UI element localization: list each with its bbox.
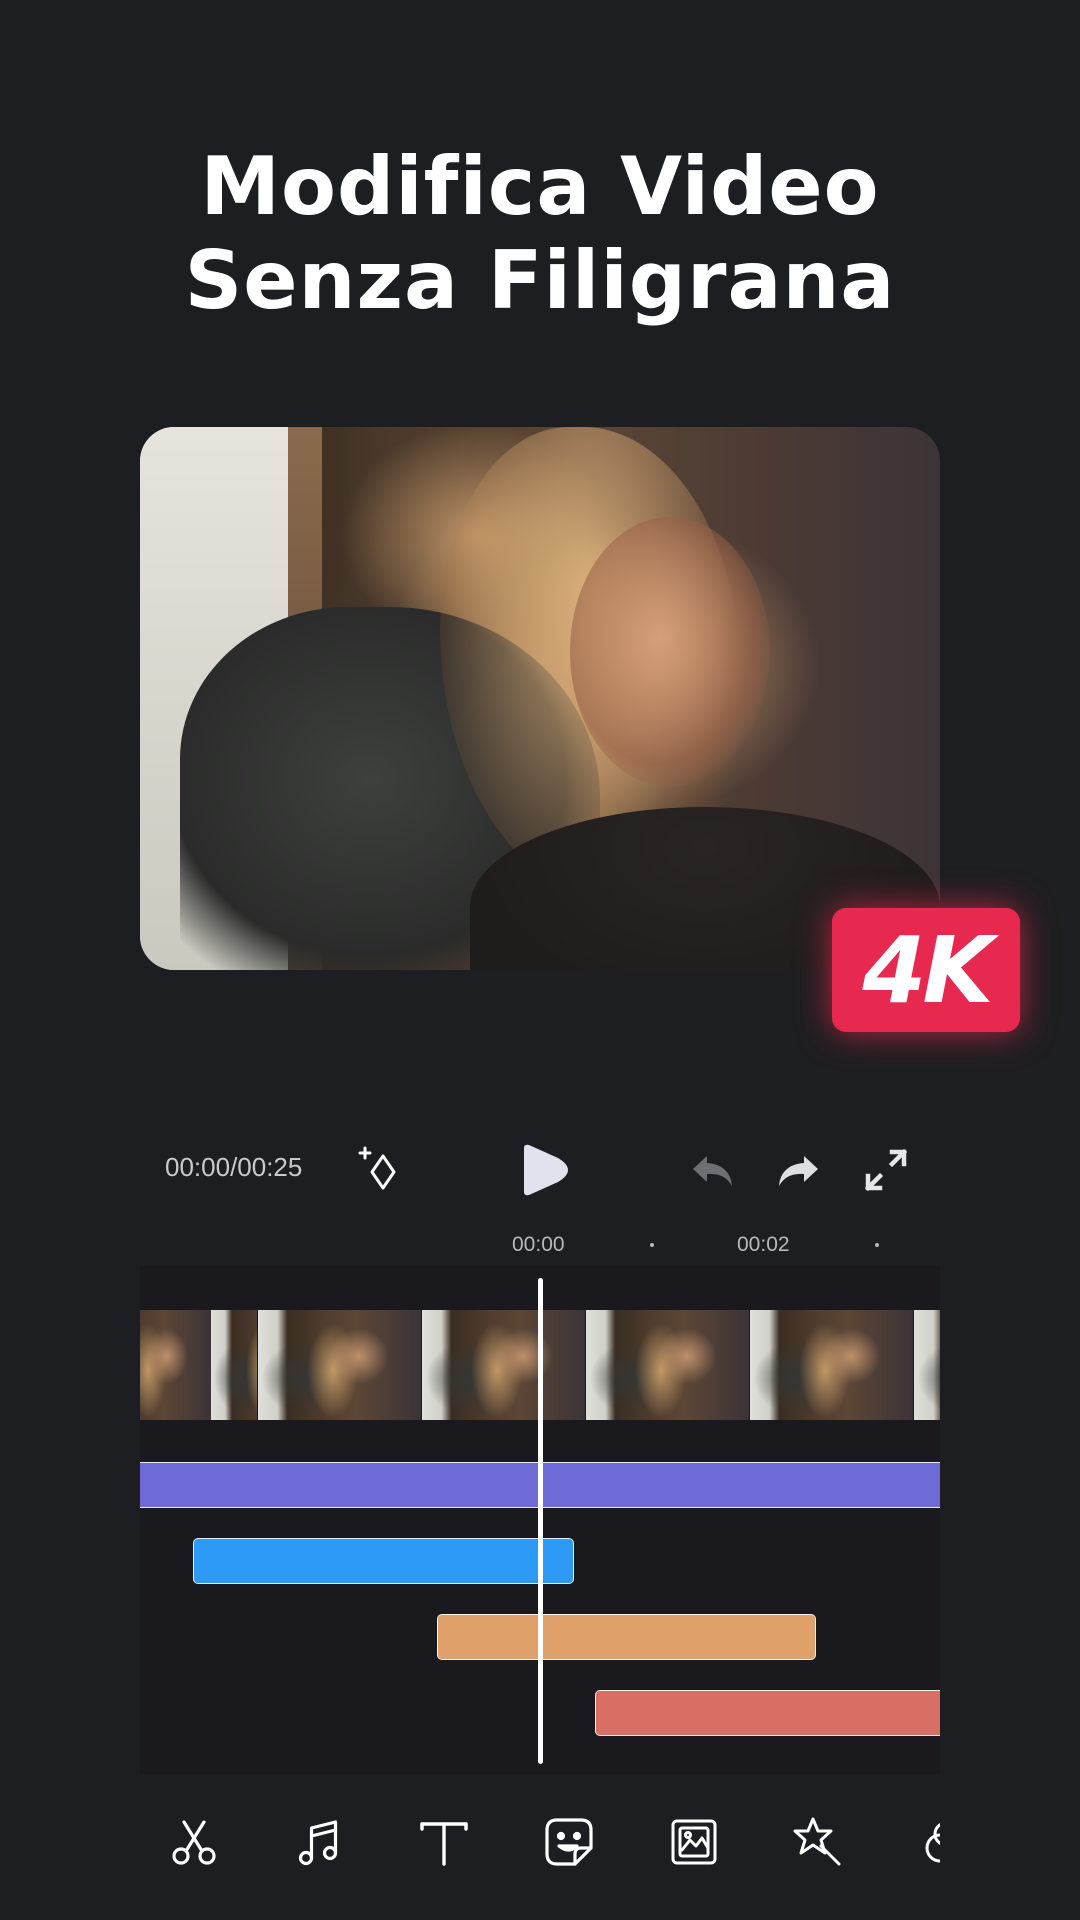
timeline-track-blue[interactable] [193,1538,574,1584]
ruler-tick [650,1243,654,1247]
timeline[interactable]: 00:00 00:02 [140,1214,940,1774]
scissors-icon[interactable] [166,1814,222,1870]
playhead[interactable] [538,1278,543,1764]
filmstrip-frame [140,1310,257,1420]
undo-icon[interactable] [685,1142,741,1198]
app-screen: Modifica Video Senza Filigrana 4K 00:00/… [0,0,1080,1920]
timeline-track-orange[interactable] [437,1614,816,1660]
text-icon[interactable] [416,1814,472,1870]
headline-line-2: Senza Filigrana [184,234,896,327]
video-preview[interactable] [140,427,940,970]
time-readout: 00:00/00:25 [165,1152,303,1182]
filmstrip-frame [258,1310,421,1420]
add-keyframe-icon[interactable] [355,1142,411,1198]
timeline-track-red[interactable] [595,1690,940,1736]
filmstrip-frame [750,1310,913,1420]
filmstrip-frame [422,1310,585,1420]
ruler-label-start: 00:00 [512,1233,565,1256]
ruler-label-2s: 00:02 [737,1233,790,1256]
image-icon[interactable] [666,1814,722,1870]
sticker-icon[interactable] [541,1814,597,1870]
timeline-ruler: 00:00 00:02 [140,1214,940,1266]
magic-wand-icon[interactable] [791,1814,847,1870]
editing-toolbar [140,1808,940,1878]
headline-line-1: Modifica Video [200,140,880,233]
redo-icon[interactable] [770,1142,826,1198]
player-controls: 00:00/00:25 [140,1128,940,1214]
fullscreen-icon[interactable] [858,1142,914,1198]
music-note-icon[interactable] [291,1814,347,1870]
play-icon[interactable] [510,1138,574,1202]
ruler-tick [875,1243,879,1247]
headline: Modifica Video Senza Filigrana [0,140,1080,328]
filmstrip-frame [914,1310,940,1420]
filter-icon[interactable] [916,1814,940,1870]
resolution-badge: 4K [832,908,1020,1032]
preview-face [570,517,770,787]
filmstrip-frame [586,1310,749,1420]
